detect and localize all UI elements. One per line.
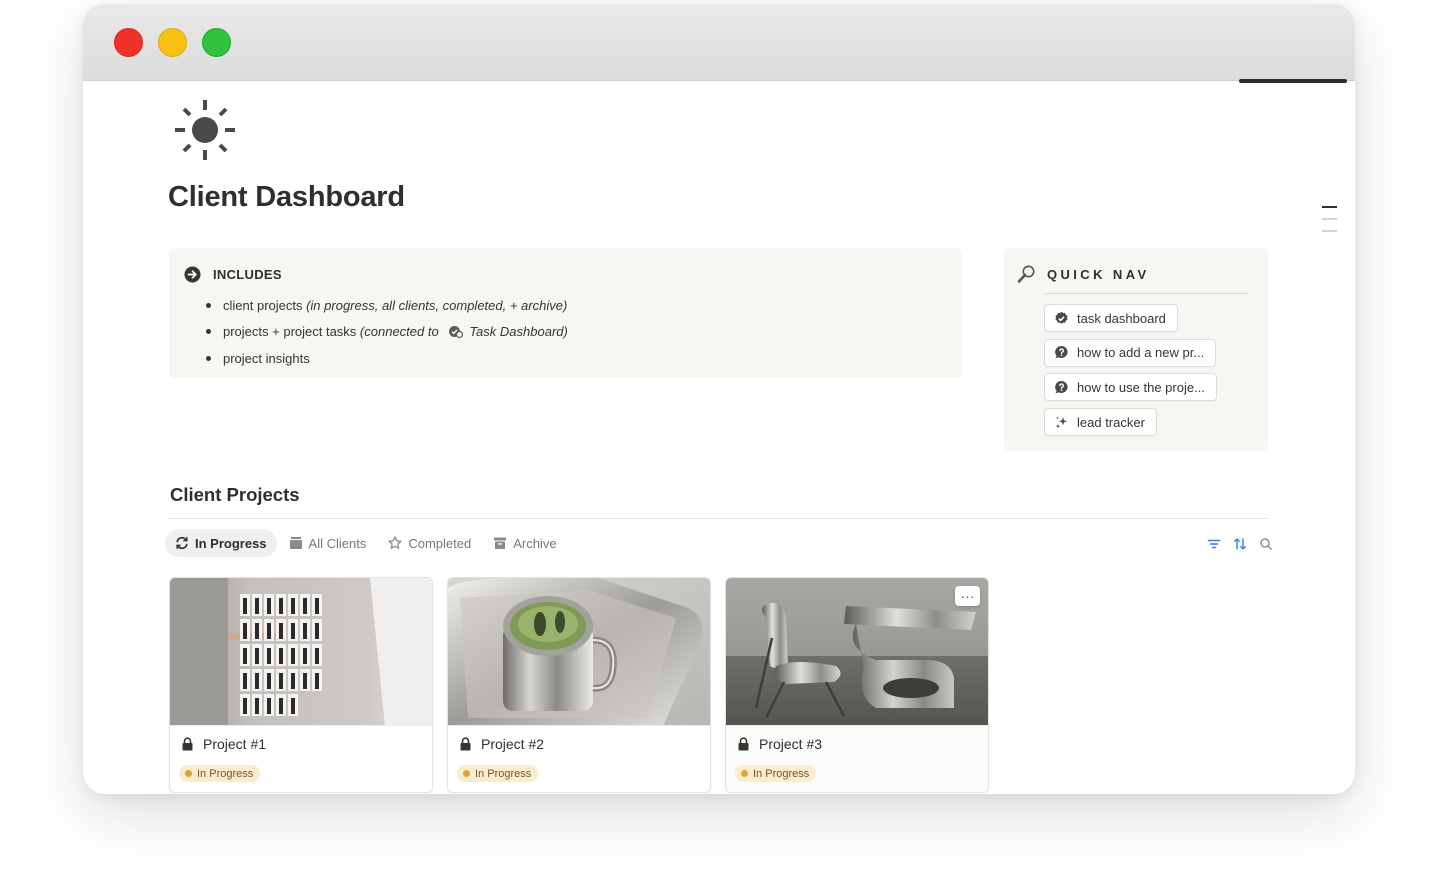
card-more-button[interactable]: ···	[955, 586, 980, 606]
app-window: Client Dashboard INCLUDES client project…	[83, 4, 1355, 794]
tab-label: All Clients	[308, 535, 367, 551]
search-icon[interactable]	[1259, 537, 1273, 551]
tab-in-progress[interactable]: In Progress	[165, 529, 277, 557]
status-dot	[185, 770, 192, 777]
list-item: projects + project tasks (connected to T…	[206, 319, 568, 346]
card-title: Project #1	[181, 736, 266, 752]
project-card[interactable]: ··· Project #3 In Progress	[725, 577, 989, 793]
divider	[169, 518, 1268, 519]
list-item-text: project insights	[223, 350, 310, 366]
filter-icon[interactable]	[1207, 537, 1221, 551]
button-label: task dashboard	[1077, 310, 1166, 326]
card-title: Project #2	[459, 736, 544, 752]
tab-all-clients[interactable]: All Clients	[279, 529, 377, 557]
database-view-tabs: In Progress All Clients Completed Archiv…	[165, 529, 569, 557]
status-label: In Progress	[197, 767, 254, 780]
status-label: In Progress	[475, 767, 532, 780]
add-new-project-guide-button[interactable]: how to add a new pr...	[1044, 338, 1217, 367]
client-projects-heading: Client Projects	[170, 484, 300, 505]
use-projects-guide-button[interactable]: how to use the proje...	[1044, 373, 1217, 402]
task-dashboard-button[interactable]: task dashboard	[1044, 304, 1178, 332]
status-dot	[741, 770, 748, 777]
tab-archive[interactable]: Archive	[483, 529, 566, 557]
minimize-window-button[interactable]	[158, 28, 187, 57]
task-check-icon[interactable]	[448, 324, 464, 339]
project-card[interactable]: Project #1 In Progress	[169, 577, 433, 793]
tab-label: In Progress	[195, 535, 267, 551]
callout-title: INCLUDES	[213, 267, 282, 282]
list-item-note: (in progress, all clients, completed, + …	[306, 297, 568, 313]
card-cover-image	[448, 578, 710, 726]
list-item-text: client projects	[223, 297, 307, 313]
includes-callout: INCLUDES client projects (in progress, a…	[169, 248, 962, 378]
button-label: how to use the proje...	[1077, 379, 1205, 395]
list-item: client projects (in progress, all client…	[206, 292, 568, 319]
arrow-right-circle-icon	[184, 266, 201, 283]
list-item: project insights	[206, 345, 568, 372]
card-cover-image	[170, 578, 432, 726]
quick-nav-buttons: task dashboard how to add a new pr... ho…	[1044, 304, 1217, 443]
stack-icon	[289, 536, 303, 550]
status-badge: In Progress	[735, 765, 817, 782]
check-badge-icon	[1054, 311, 1069, 326]
lock-icon	[737, 737, 750, 751]
project-gallery: Project #1 In Progress Project #2 In Pro…	[169, 577, 1003, 793]
page-content: Client Dashboard INCLUDES client project…	[83, 81, 1355, 794]
button-label: lead tracker	[1077, 414, 1145, 430]
card-title-text: Project #3	[759, 736, 823, 752]
includes-list: client projects (in progress, all client…	[206, 292, 568, 372]
outline-mark[interactable]	[1322, 230, 1337, 232]
question-bubble-icon	[1054, 380, 1069, 395]
lock-icon	[459, 737, 472, 751]
quick-nav-title: QUICK NAV	[1047, 266, 1150, 282]
card-title-text: Project #1	[203, 736, 267, 752]
card-title-text: Project #2	[481, 736, 545, 752]
card-cover-image	[726, 578, 988, 726]
list-item-text: projects + project tasks	[223, 324, 360, 340]
status-dot	[463, 770, 470, 777]
status-badge: In Progress	[457, 765, 539, 782]
archive-box-icon	[493, 536, 507, 550]
page-title: Client Dashboard	[168, 181, 405, 213]
sparkle-icon	[1054, 415, 1069, 430]
status-badge: In Progress	[179, 765, 261, 782]
close-window-button[interactable]	[114, 28, 143, 57]
view-toolbar	[1195, 537, 1273, 551]
lock-icon	[181, 737, 194, 751]
star-icon	[388, 536, 402, 550]
sort-icon[interactable]	[1233, 537, 1247, 551]
sun-icon[interactable]	[173, 98, 237, 162]
tab-label: Completed	[408, 535, 472, 551]
tab-label: Archive	[513, 535, 557, 551]
zoom-window-button[interactable]	[202, 28, 231, 57]
outline-mark[interactable]	[1322, 206, 1337, 208]
tab-completed[interactable]: Completed	[378, 529, 481, 557]
lead-tracker-button[interactable]: lead tracker	[1044, 408, 1157, 437]
window-titlebar	[83, 4, 1355, 83]
page-outline[interactable]	[1322, 206, 1337, 242]
divider	[1044, 293, 1249, 294]
list-item-note: (connected to	[359, 324, 443, 340]
outline-mark[interactable]	[1322, 218, 1337, 220]
quick-nav-callout: QUICK NAV task dashboard how to add a ne…	[1004, 248, 1268, 451]
project-card[interactable]: Project #2 In Progress	[447, 577, 711, 793]
status-label: In Progress	[753, 767, 810, 780]
refresh-icon	[175, 536, 189, 550]
card-title: Project #3	[737, 736, 822, 752]
question-bubble-icon	[1054, 345, 1069, 360]
list-item-note: )	[563, 324, 568, 340]
task-dashboard-link[interactable]: Task Dashboard	[469, 324, 563, 339]
magnifier-icon	[1016, 264, 1036, 284]
button-label: how to add a new pr...	[1077, 345, 1205, 361]
